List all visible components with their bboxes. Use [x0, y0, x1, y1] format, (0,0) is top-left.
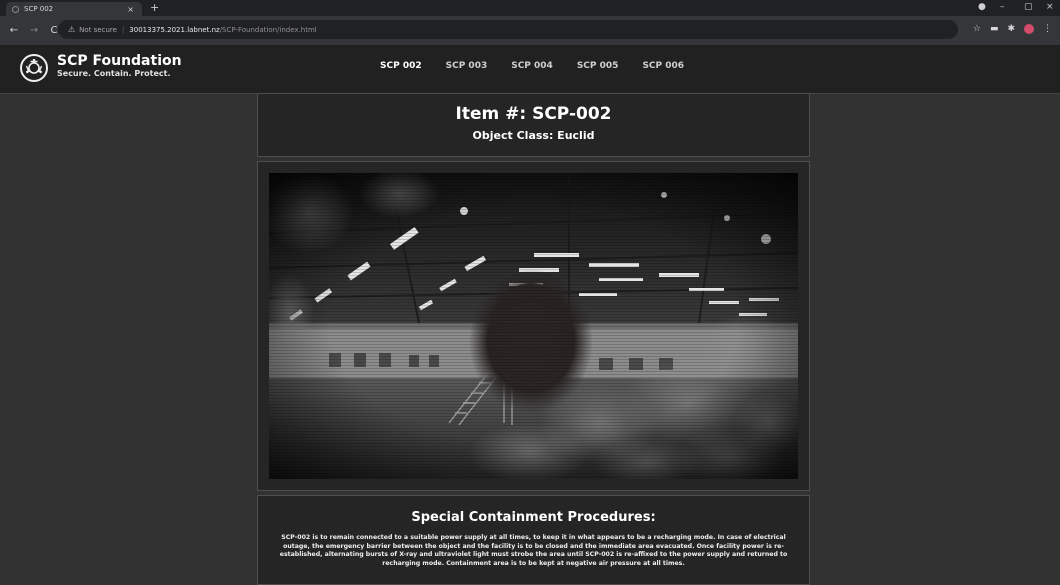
scp-logo-icon[interactable]	[20, 54, 48, 82]
object-class: Object Class: Euclid	[472, 129, 595, 142]
browser-tab[interactable]: SCP 002 ×	[6, 2, 142, 16]
url-host: 30013375.2021.labnet.nz	[129, 25, 220, 34]
containment-panel: Special Containment Procedures: SCP-002 …	[257, 495, 810, 585]
scp-002-photo	[269, 173, 798, 479]
site-tagline: Secure. Contain. Protect.	[57, 69, 171, 78]
browser-toolbar: ← → C ⌂ ⚠ Not secure | 30013375.2021.lab…	[0, 16, 1060, 45]
item-title: Item #: SCP-002	[455, 104, 612, 124]
item-header-panel: Item #: SCP-002 Object Class: Euclid	[257, 93, 810, 157]
url-path: /SCP-Foundation/index.html	[219, 25, 317, 34]
nav-links: SCP 002 SCP 003 SCP 004 SCP 005 SCP 006	[380, 61, 684, 71]
puzzle-icon[interactable]: ✱	[1007, 24, 1015, 34]
extension-icon[interactable]: ▬	[990, 24, 999, 34]
favicon-icon	[12, 5, 19, 13]
section-heading: Special Containment Procedures:	[411, 510, 656, 525]
minimize-button[interactable]: –	[1000, 2, 1005, 12]
site-navbar: SCP Foundation Secure. Contain. Protect.…	[0, 45, 1060, 94]
profile-avatar[interactable]	[1024, 24, 1034, 34]
section-body: SCP-002 is to remain connected to a suit…	[279, 534, 788, 567]
brand[interactable]: SCP Foundation Secure. Contain. Protect.	[57, 54, 182, 79]
security-label: Not secure	[79, 25, 117, 34]
tab-title: SCP 002	[24, 5, 54, 13]
menu-icon[interactable]: ⋮	[1043, 24, 1052, 34]
browser-tab-strip: SCP 002 × + ● – ▢ ×	[0, 0, 1060, 16]
forward-icon[interactable]: →	[28, 25, 40, 36]
back-icon[interactable]: ←	[8, 25, 20, 36]
image-panel	[257, 161, 810, 491]
warning-icon[interactable]: ⚠	[68, 25, 75, 34]
nav-link-scp-003[interactable]: SCP 003	[446, 61, 488, 71]
nav-link-scp-005[interactable]: SCP 005	[577, 61, 619, 71]
nav-link-scp-002[interactable]: SCP 002	[380, 61, 422, 71]
bookmark-star-icon[interactable]: ☆	[973, 24, 981, 34]
account-circle-icon[interactable]: ●	[978, 2, 986, 12]
address-bar[interactable]: ⚠ Not secure | 30013375.2021.labnet.nz/S…	[58, 20, 958, 39]
close-window-button[interactable]: ×	[1046, 2, 1054, 12]
toolbar-icons: ☆ ▬ ✱ ⋮	[973, 24, 1052, 34]
nav-link-scp-006[interactable]: SCP 006	[642, 61, 684, 71]
url-separator: |	[121, 25, 125, 34]
nav-link-scp-004[interactable]: SCP 004	[511, 61, 553, 71]
new-tab-button[interactable]: +	[150, 1, 159, 14]
maximize-button[interactable]: ▢	[1024, 2, 1033, 12]
tab-close-icon[interactable]: ×	[127, 5, 134, 14]
site-name: SCP Foundation	[57, 53, 182, 69]
